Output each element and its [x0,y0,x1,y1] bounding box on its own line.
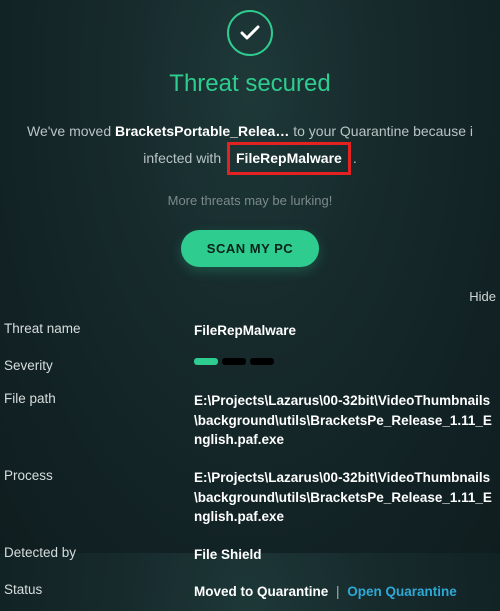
value-threat-name: FileRepMalware [194,321,300,341]
status-separator: | [332,584,343,599]
value-status: Moved to Quarantine | Open Quarantine [194,582,461,602]
label-severity: Severity [4,358,194,373]
page-title: Threat secured [0,70,500,98]
severity-bar-3 [250,358,274,365]
open-quarantine-link[interactable]: Open Quarantine [347,584,457,599]
msg-prefix: We've moved [27,123,111,139]
row-detected-by: Detected by File Shield [4,536,500,574]
threat-message: We've moved BracketsPortable_Relea… to y… [0,120,500,175]
checkmark-icon [227,10,273,56]
details-panel: Threat name FileRepMalware Severity File… [0,312,500,611]
value-severity [194,358,278,365]
severity-bar-2 [222,358,246,365]
msg-filename: BracketsPortable_Relea… [115,123,289,139]
msg-infected: infected with [143,150,221,166]
label-status: Status [4,582,194,597]
severity-bars [194,358,274,365]
label-detected-by: Detected by [4,545,194,560]
msg-mid: to your Quarantine because i [293,123,473,139]
value-file-path: E:\Projects\Lazarus\00-32bit\VideoThumbn… [194,391,500,450]
row-file-path: File path E:\Projects\Lazarus\00-32bit\V… [4,382,500,459]
status-text: Moved to Quarantine [194,584,328,599]
threat-highlight-text: FileRepMalware [236,150,342,166]
value-detected-by: File Shield [194,545,266,565]
value-process: E:\Projects\Lazarus\00-32bit\VideoThumbn… [194,468,500,527]
lurking-text: More threats may be lurking! [0,193,500,208]
label-process: Process [4,468,194,483]
threat-highlight: FileRepMalware [227,142,351,174]
row-threat-name: Threat name FileRepMalware [4,312,500,350]
label-threat-name: Threat name [4,321,194,336]
label-file-path: File path [4,391,194,406]
severity-bar-1 [194,358,218,365]
row-status: Status Moved to Quarantine | Open Quaran… [4,573,500,611]
msg-period: . [353,150,357,166]
scan-button[interactable]: SCAN MY PC [181,230,319,267]
row-process: Process E:\Projects\Lazarus\00-32bit\Vid… [4,459,500,536]
row-severity: Severity [4,349,500,382]
hide-details-link[interactable]: Hide [469,289,496,304]
